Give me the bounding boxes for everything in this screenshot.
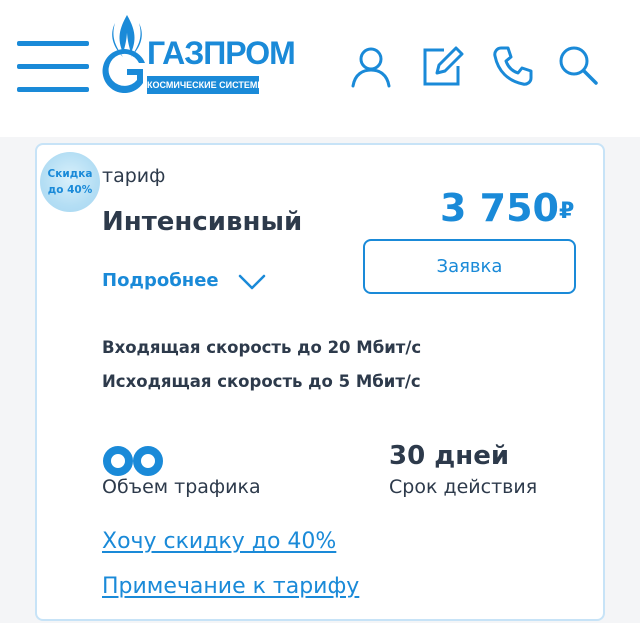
user-icon[interactable] [349, 44, 393, 88]
discount-link[interactable]: Хочу скидку до 40% [102, 529, 336, 554]
phone-icon[interactable] [491, 44, 535, 88]
site-header: ГАЗПРОМ КОСМИЧЕСКИЕ СИСТЕМЫ [0, 0, 640, 137]
duration-value: 30 дней [389, 441, 510, 471]
order-button[interactable]: Заявка [363, 239, 576, 294]
infinity-icon [103, 446, 163, 476]
incoming-speed: Входящая скорость до 20 Мбит/с [102, 338, 422, 357]
currency-symbol: ₽ [559, 199, 575, 224]
tariff-price: 3 750 [440, 186, 559, 230]
traffic-label: Объем трафика [102, 476, 261, 498]
details-toggle[interactable]: Подробнее [102, 270, 219, 291]
duration-label: Срок действия [389, 476, 538, 498]
gazprom-flame-logo [102, 15, 145, 93]
discount-badge: Скидка до 40% [40, 152, 100, 212]
badge-line-1: Скидка [47, 168, 93, 180]
outgoing-speed: Исходящая скорость до 5 Мбит/с [102, 372, 421, 391]
badge-line-2: до 40% [47, 184, 93, 196]
tariff-note-link[interactable]: Примечание к тарифу [102, 574, 359, 599]
menu-icon[interactable] [17, 41, 89, 93]
search-icon[interactable] [556, 44, 600, 88]
tariff-name: Интенсивный [102, 207, 303, 237]
logo-wordmark: ГАЗПРОМ [147, 35, 296, 71]
logo-subtitle: КОСМИЧЕСКИЕ СИСТЕМЫ [147, 76, 259, 94]
edit-icon[interactable] [420, 44, 464, 88]
logo[interactable]: ГАЗПРОМ КОСМИЧЕСКИЕ СИСТЕМЫ [97, 13, 296, 94]
tariff-label: тариф [102, 165, 166, 187]
chevron-down-icon[interactable] [238, 273, 266, 291]
